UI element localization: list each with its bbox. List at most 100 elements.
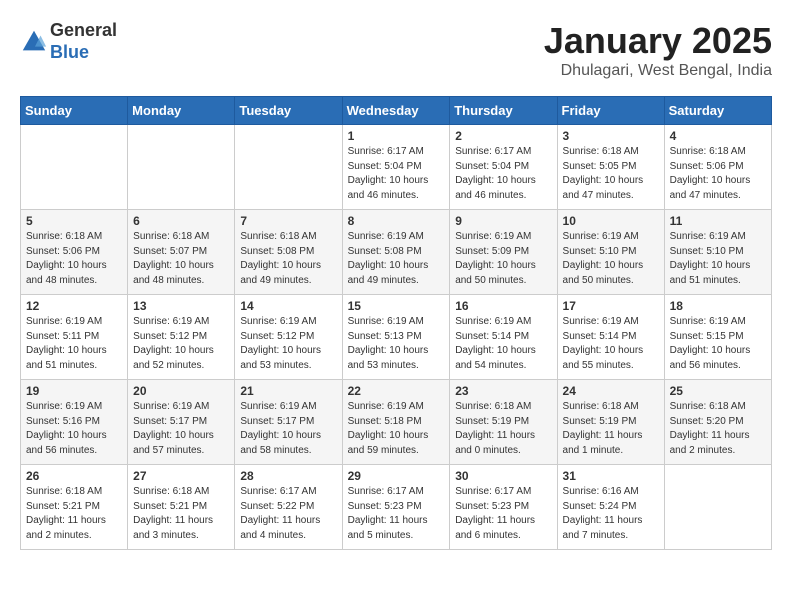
calendar-cell: 7Sunrise: 6:18 AM Sunset: 5:08 PM Daylig… — [235, 210, 342, 295]
day-detail: Sunrise: 6:19 AM Sunset: 5:17 PM Dayligh… — [133, 400, 229, 458]
day-detail: Sunrise: 6:19 AM Sunset: 5:12 PM Dayligh… — [133, 315, 229, 373]
day-number: 18 — [670, 299, 766, 313]
logo-blue: Blue — [50, 42, 89, 62]
calendar-cell: 26 Sunrise: 6:18 AM Sunset: 5:21 PM Dayli… — [21, 465, 128, 550]
day-detail: Sunrise: 6:19 AM Sunset: 5:08 PM Dayligh… — [348, 230, 445, 288]
day-detail: Sunrise: 6:19 AM Sunset: 5:12 PM Dayligh… — [240, 315, 336, 373]
calendar-cell: 14Sunrise: 6:19 AM Sunset: 5:12 PM Dayli… — [235, 295, 342, 380]
calendar-week-1: 1 Sunrise: 6:17 AM Sunset: 5:04 PM Daylig… — [21, 125, 772, 210]
calendar-cell: 16 Sunrise: 6:19 AM Sunset: 5:14 PM Dayli… — [450, 295, 557, 380]
calendar-cell: 23Sunrise: 6:18 AM Sunset: 5:19 PM Dayli… — [450, 380, 557, 465]
calendar-cell: 1 Sunrise: 6:17 AM Sunset: 5:04 PM Daylig… — [342, 125, 450, 210]
day-number: 7 — [240, 214, 336, 228]
day-detail: Sunrise: 6:19 AM Sunset: 5:17 PM Dayligh… — [240, 400, 336, 458]
day-detail: Sunrise: 6:18 AM Sunset: 5:19 PM Dayligh… — [563, 400, 659, 458]
calendar-cell: 6 Sunrise: 6:18 AM Sunset: 5:07 PM Daylig… — [128, 210, 235, 295]
day-number: 29 — [348, 469, 445, 483]
calendar-cell: 22Sunrise: 6:19 AM Sunset: 5:18 PM Dayli… — [342, 380, 450, 465]
calendar-cell: 30 Sunrise: 6:17 AM Sunset: 5:23 PM Dayli… — [450, 465, 557, 550]
calendar-subtitle: Dhulagari, West Bengal, India — [544, 62, 772, 80]
header-friday: Friday — [557, 97, 664, 125]
calendar-cell: 27 Sunrise: 6:18 AM Sunset: 5:21 PM Dayli… — [128, 465, 235, 550]
day-number: 24 — [563, 384, 659, 398]
day-number: 2 — [455, 129, 551, 143]
day-detail: Sunrise: 6:19 AM Sunset: 5:09 PM Dayligh… — [455, 230, 551, 288]
calendar-cell — [235, 125, 342, 210]
day-detail: Sunrise: 6:18 AM Sunset: 5:21 PM Dayligh… — [26, 485, 122, 543]
page-header: General Blue January 2025 Dhulagari, Wes… — [20, 20, 772, 80]
calendar-cell: 5Sunrise: 6:18 AM Sunset: 5:06 PM Daylig… — [21, 210, 128, 295]
day-number: 1 — [348, 129, 445, 143]
header-wednesday: Wednesday — [342, 97, 450, 125]
calendar-cell: 20 Sunrise: 6:19 AM Sunset: 5:17 PM Dayli… — [128, 380, 235, 465]
day-number: 5 — [26, 214, 122, 228]
calendar-cell — [128, 125, 235, 210]
day-number: 20 — [133, 384, 229, 398]
day-detail: Sunrise: 6:19 AM Sunset: 5:15 PM Dayligh… — [670, 315, 766, 373]
day-detail: Sunrise: 6:18 AM Sunset: 5:20 PM Dayligh… — [670, 400, 766, 458]
header-tuesday: Tuesday — [235, 97, 342, 125]
calendar-cell: 2 Sunrise: 6:17 AM Sunset: 5:04 PM Daylig… — [450, 125, 557, 210]
calendar-cell: 25 Sunrise: 6:18 AM Sunset: 5:20 PM Dayli… — [664, 380, 771, 465]
calendar-cell: 8Sunrise: 6:19 AM Sunset: 5:08 PM Daylig… — [342, 210, 450, 295]
day-number: 3 — [563, 129, 659, 143]
calendar-cell: 24 Sunrise: 6:18 AM Sunset: 5:19 PM Dayli… — [557, 380, 664, 465]
day-number: 6 — [133, 214, 229, 228]
calendar-cell: 13 Sunrise: 6:19 AM Sunset: 5:12 PM Dayli… — [128, 295, 235, 380]
day-detail: Sunrise: 6:17 AM Sunset: 5:04 PM Dayligh… — [348, 145, 445, 203]
day-detail: Sunrise: 6:19 AM Sunset: 5:18 PM Dayligh… — [348, 400, 445, 458]
calendar-cell: 9 Sunrise: 6:19 AM Sunset: 5:09 PM Daylig… — [450, 210, 557, 295]
day-number: 27 — [133, 469, 229, 483]
header-monday: Monday — [128, 97, 235, 125]
calendar-header: Sunday Monday Tuesday Wednesday Thursday… — [21, 97, 772, 125]
header-thursday: Thursday — [450, 97, 557, 125]
header-sunday: Sunday — [21, 97, 128, 125]
calendar-cell — [21, 125, 128, 210]
day-detail: Sunrise: 6:18 AM Sunset: 5:06 PM Dayligh… — [670, 145, 766, 203]
calendar-cell: 3Sunrise: 6:18 AM Sunset: 5:05 PM Daylig… — [557, 125, 664, 210]
title-block: January 2025 Dhulagari, West Bengal, Ind… — [544, 20, 772, 80]
header-row: Sunday Monday Tuesday Wednesday Thursday… — [21, 97, 772, 125]
day-number: 13 — [133, 299, 229, 313]
day-number: 16 — [455, 299, 551, 313]
day-number: 31 — [563, 469, 659, 483]
calendar-cell: 29Sunrise: 6:17 AM Sunset: 5:23 PM Dayli… — [342, 465, 450, 550]
day-number: 28 — [240, 469, 336, 483]
day-detail: Sunrise: 6:19 AM Sunset: 5:16 PM Dayligh… — [26, 400, 122, 458]
day-number: 19 — [26, 384, 122, 398]
day-number: 10 — [563, 214, 659, 228]
calendar-table: Sunday Monday Tuesday Wednesday Thursday… — [20, 96, 772, 550]
logo: General Blue — [20, 20, 117, 63]
calendar-cell: 10Sunrise: 6:19 AM Sunset: 5:10 PM Dayli… — [557, 210, 664, 295]
day-number: 4 — [670, 129, 766, 143]
header-saturday: Saturday — [664, 97, 771, 125]
day-detail: Sunrise: 6:19 AM Sunset: 5:13 PM Dayligh… — [348, 315, 445, 373]
calendar-cell: 17Sunrise: 6:19 AM Sunset: 5:14 PM Dayli… — [557, 295, 664, 380]
day-detail: Sunrise: 6:16 AM Sunset: 5:24 PM Dayligh… — [563, 485, 659, 543]
calendar-week-4: 19 Sunrise: 6:19 AM Sunset: 5:16 PM Dayli… — [21, 380, 772, 465]
day-detail: Sunrise: 6:18 AM Sunset: 5:07 PM Dayligh… — [133, 230, 229, 288]
day-number: 30 — [455, 469, 551, 483]
day-number: 11 — [670, 214, 766, 228]
calendar-cell: 21Sunrise: 6:19 AM Sunset: 5:17 PM Dayli… — [235, 380, 342, 465]
day-number: 9 — [455, 214, 551, 228]
calendar-cell: 11Sunrise: 6:19 AM Sunset: 5:10 PM Dayli… — [664, 210, 771, 295]
logo-icon — [20, 28, 48, 56]
calendar-week-5: 26 Sunrise: 6:18 AM Sunset: 5:21 PM Dayli… — [21, 465, 772, 550]
day-detail: Sunrise: 6:19 AM Sunset: 5:11 PM Dayligh… — [26, 315, 122, 373]
calendar-cell: 4 Sunrise: 6:18 AM Sunset: 5:06 PM Daylig… — [664, 125, 771, 210]
day-detail: Sunrise: 6:17 AM Sunset: 5:23 PM Dayligh… — [455, 485, 551, 543]
calendar-cell: 15Sunrise: 6:19 AM Sunset: 5:13 PM Dayli… — [342, 295, 450, 380]
day-detail: Sunrise: 6:17 AM Sunset: 5:04 PM Dayligh… — [455, 145, 551, 203]
day-number: 26 — [26, 469, 122, 483]
calendar-week-2: 5Sunrise: 6:18 AM Sunset: 5:06 PM Daylig… — [21, 210, 772, 295]
calendar-cell: 18 Sunrise: 6:19 AM Sunset: 5:15 PM Dayli… — [664, 295, 771, 380]
calendar-title: January 2025 — [544, 20, 772, 62]
calendar-cell: 12Sunrise: 6:19 AM Sunset: 5:11 PM Dayli… — [21, 295, 128, 380]
calendar-body: 1 Sunrise: 6:17 AM Sunset: 5:04 PM Daylig… — [21, 125, 772, 550]
calendar-week-3: 12Sunrise: 6:19 AM Sunset: 5:11 PM Dayli… — [21, 295, 772, 380]
day-detail: Sunrise: 6:18 AM Sunset: 5:21 PM Dayligh… — [133, 485, 229, 543]
day-number: 25 — [670, 384, 766, 398]
day-detail: Sunrise: 6:19 AM Sunset: 5:14 PM Dayligh… — [455, 315, 551, 373]
calendar-cell: 28Sunrise: 6:17 AM Sunset: 5:22 PM Dayli… — [235, 465, 342, 550]
